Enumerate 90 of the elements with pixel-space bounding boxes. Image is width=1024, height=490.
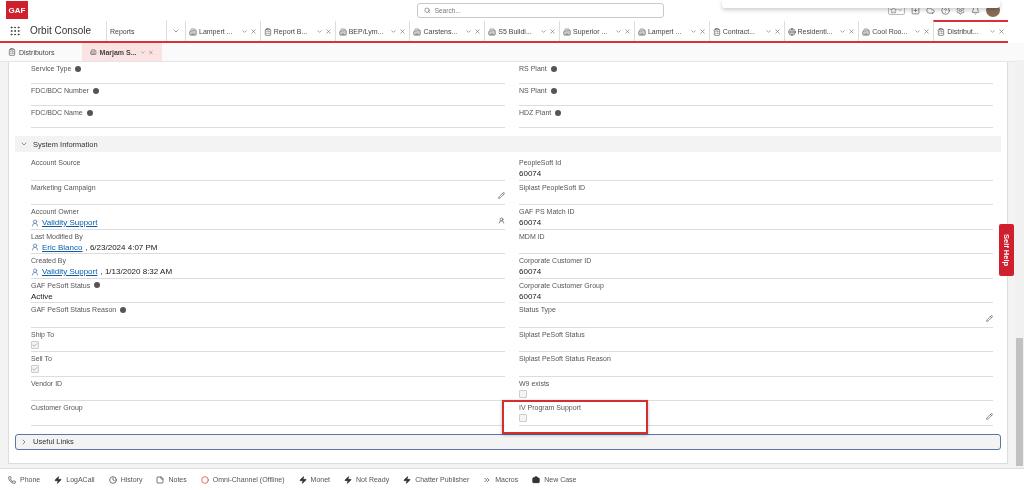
user-link[interactable]: Eric Blanco [42, 242, 83, 252]
building-icon [189, 27, 197, 36]
help-icon[interactable] [941, 5, 950, 15]
clipboard-icon [712, 27, 721, 36]
field-value: 60074 [519, 291, 542, 301]
field-value: 60074 [519, 218, 542, 227]
app-launcher-icon[interactable] [9, 24, 21, 37]
info-icon[interactable] [86, 109, 93, 116]
chevron-down-icon[interactable] [465, 28, 473, 35]
field-value: 60074 [519, 267, 542, 276]
building-icon [637, 27, 646, 36]
building-icon [90, 48, 97, 56]
close-icon[interactable] [399, 28, 407, 35]
clipboard-icon [8, 48, 16, 56]
globe-icon [787, 27, 796, 36]
chevron-down-icon[interactable] [914, 28, 922, 35]
info-icon[interactable] [550, 87, 557, 94]
user-icon [31, 218, 39, 227]
checkbox[interactable] [519, 414, 527, 422]
star-icon [890, 6, 897, 14]
status-circle-icon [200, 475, 209, 484]
app-name: Orbit Console [30, 24, 93, 38]
briefcase-icon [532, 475, 541, 484]
chevron-down-icon[interactable] [614, 28, 622, 35]
close-icon[interactable] [249, 28, 257, 35]
clipboard-icon [937, 27, 946, 36]
timestamp-text: , 6/23/2024 4:07 PM [85, 242, 158, 252]
building-icon [338, 27, 347, 36]
lightning-icon [344, 475, 353, 484]
close-icon[interactable] [148, 48, 154, 56]
checkbox[interactable] [519, 389, 527, 398]
timestamp-text: , 1/13/2020 8:32 AM [100, 267, 173, 276]
info-icon[interactable] [75, 65, 82, 72]
building-icon [862, 27, 871, 36]
chevron-down-icon[interactable] [139, 48, 146, 56]
info-icon[interactable] [120, 306, 127, 313]
building-icon [488, 27, 497, 36]
settings-icon[interactable] [956, 5, 965, 15]
chevron-down-icon[interactable] [839, 28, 847, 35]
clock-icon [108, 475, 117, 484]
building-icon [413, 27, 422, 36]
lightning-icon [54, 475, 63, 484]
info-icon[interactable] [94, 282, 101, 288]
clipboard-icon [263, 27, 272, 36]
info-icon[interactable] [555, 109, 562, 116]
close-icon[interactable] [848, 28, 856, 35]
close-icon[interactable] [324, 28, 332, 35]
lightning-icon [403, 475, 412, 484]
chevron-down-icon[interactable] [315, 28, 323, 35]
close-icon[interactable] [549, 28, 557, 35]
phone-icon [8, 475, 16, 484]
chevrons-icon [483, 475, 492, 484]
info-icon[interactable] [92, 87, 99, 94]
chevron-down-icon [20, 140, 28, 148]
info-icon[interactable] [550, 65, 557, 72]
add-icon[interactable] [911, 5, 920, 15]
search-icon [424, 6, 431, 14]
close-icon[interactable] [698, 28, 706, 35]
field-value: 60074 [519, 169, 542, 178]
edit-icon[interactable] [986, 412, 993, 420]
logo[interactable]: GAF [6, 1, 28, 19]
edit-icon[interactable] [986, 314, 993, 322]
building-icon [563, 27, 572, 36]
chevron-down-icon[interactable] [390, 28, 398, 35]
checkbox[interactable] [31, 365, 39, 373]
checkbox[interactable] [31, 340, 39, 349]
user-link[interactable]: Validity Support [42, 218, 98, 227]
user-link[interactable]: Validity Support [42, 267, 98, 276]
lightning-icon [298, 475, 307, 484]
scrollbar[interactable] [1015, 60, 1024, 468]
change-owner-icon[interactable] [498, 216, 505, 224]
close-icon[interactable] [474, 28, 482, 35]
bell-icon[interactable] [971, 5, 980, 15]
field-value: Active [31, 291, 53, 301]
close-icon[interactable] [773, 28, 781, 35]
close-icon[interactable] [997, 28, 1005, 35]
close-icon[interactable] [623, 28, 631, 35]
close-icon[interactable] [923, 28, 931, 35]
note-icon [156, 475, 165, 484]
chevron-right-icon [20, 437, 28, 446]
chevron-down-icon[interactable] [988, 28, 996, 35]
cloud-icon[interactable] [926, 5, 935, 15]
chevron-down-icon[interactable] [764, 28, 772, 35]
chevron-down-icon[interactable] [240, 28, 248, 35]
chevron-down-icon[interactable] [689, 28, 697, 35]
user-icon [31, 243, 39, 251]
chevron-down-icon[interactable] [540, 28, 548, 35]
edit-icon[interactable] [498, 192, 505, 199]
caret-icon [897, 7, 903, 13]
user-icon [31, 267, 39, 276]
